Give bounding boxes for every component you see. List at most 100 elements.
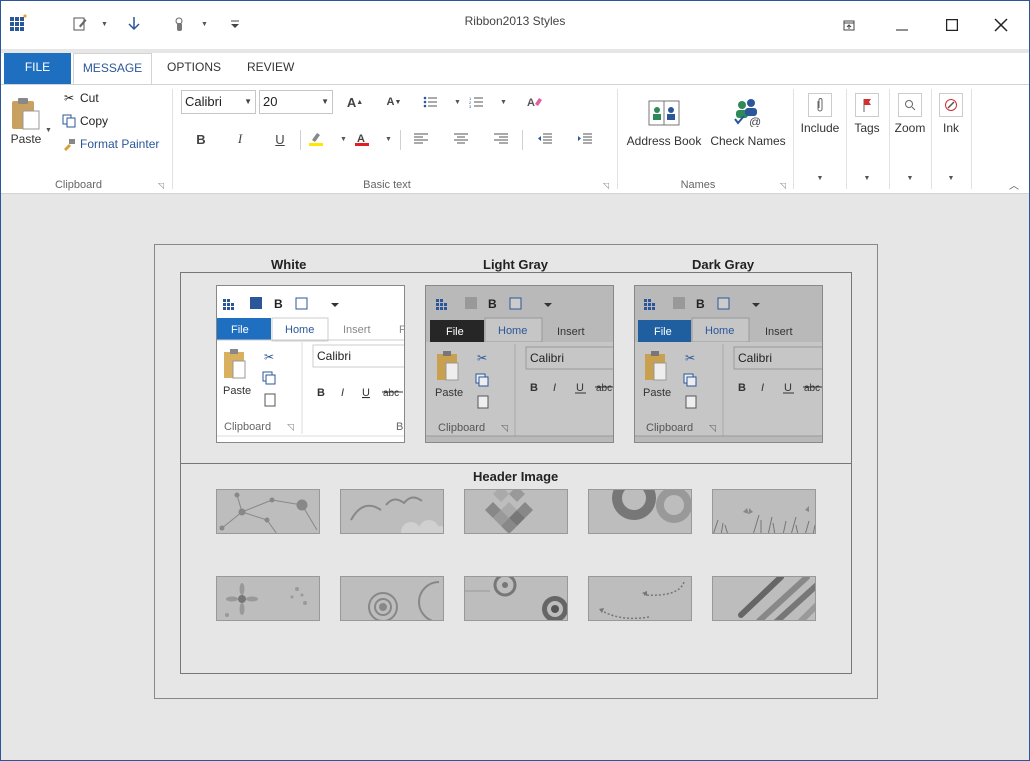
svg-text:B: B	[317, 387, 325, 399]
basic-text-group-label: Basic text	[363, 179, 411, 191]
light-gray-style-preview[interactable]: B File Home Insert Paste ✂ Calibri B I U…	[425, 285, 614, 443]
title-bar: ▼ ▼ Ribbon2013 Styles	[1, 1, 1029, 49]
svg-text:Calibri: Calibri	[530, 351, 564, 365]
font-color-icon[interactable]: A	[351, 128, 373, 150]
highlight-icon[interactable]	[305, 128, 327, 150]
white-style-preview[interactable]: B File Home Insert P Paste ✂	[216, 285, 405, 443]
header-image-circles[interactable]	[588, 489, 692, 534]
svg-text:P: P	[399, 324, 405, 336]
bold-icon[interactable]: B	[190, 128, 212, 150]
birds-pattern-image	[350, 496, 443, 533]
paste-button[interactable]: Paste	[6, 97, 46, 146]
format-painter-label: Format Painter	[80, 137, 160, 151]
address-book-button[interactable]: Address Book	[625, 97, 703, 148]
header-image-flower[interactable]	[216, 576, 320, 621]
check-names-label: Check Names	[710, 134, 786, 148]
svg-text:File: File	[231, 324, 249, 336]
include-button[interactable]: Include ▼	[799, 93, 841, 182]
grass-pattern-image	[713, 506, 815, 533]
header-image-targets[interactable]	[464, 576, 568, 621]
shrink-font-icon[interactable]: A ▼	[383, 91, 405, 113]
format-painter-button[interactable]: Format Painter	[61, 136, 159, 152]
tab-options[interactable]: OPTIONS	[155, 53, 233, 84]
bullets-icon[interactable]	[419, 91, 441, 113]
svg-text:File: File	[446, 326, 464, 338]
bullets-dropdown-icon[interactable]: ▼	[454, 99, 461, 106]
svg-text:✂: ✂	[477, 351, 487, 365]
header-image-grass[interactable]	[712, 489, 816, 534]
close-icon[interactable]	[986, 11, 1016, 39]
network-pattern-image	[219, 492, 318, 533]
font-name-combo[interactable]: Calibri ▼	[181, 90, 256, 114]
svg-text:A: A	[527, 97, 535, 109]
svg-text:B: B	[488, 297, 497, 311]
basic-text-launcher-icon[interactable]: ◹	[603, 181, 612, 190]
svg-text:Home: Home	[285, 324, 314, 336]
minimize-icon[interactable]	[887, 11, 917, 39]
numbering-icon[interactable]: 123	[465, 91, 487, 113]
tab-message[interactable]: MESSAGE	[73, 53, 152, 85]
header-image-network[interactable]	[216, 489, 320, 534]
tags-button[interactable]: Tags ▼	[849, 93, 885, 182]
font-size-combo[interactable]: 20 ▼	[259, 90, 333, 114]
cut-label: Cut	[80, 91, 99, 105]
copy-button[interactable]: Copy	[61, 113, 108, 129]
numbering-dropdown-icon[interactable]: ▼	[500, 99, 507, 106]
header-image-stripes[interactable]	[712, 576, 816, 621]
ink-icon	[939, 93, 963, 117]
tab-review[interactable]: REVIEW	[235, 53, 306, 84]
align-center-icon[interactable]	[450, 128, 472, 150]
ink-dropdown-icon: ▼	[947, 175, 955, 182]
grow-font-icon[interactable]: A ▲	[344, 91, 366, 113]
svg-text:Clipboard: Clipboard	[438, 422, 485, 434]
svg-text:Insert: Insert	[557, 326, 585, 338]
svg-text:✂: ✂	[264, 350, 274, 364]
header-image-rings[interactable]	[340, 576, 444, 621]
arrows-pattern-image	[598, 581, 685, 620]
zoom-button[interactable]: Zoom ▼	[891, 93, 929, 182]
svg-text:I: I	[341, 387, 344, 399]
highlight-dropdown-icon[interactable]: ▼	[340, 136, 347, 143]
decrease-indent-icon[interactable]	[534, 128, 556, 150]
scissors-icon: ✂	[63, 91, 75, 105]
address-book-icon	[648, 100, 680, 126]
clear-formatting-icon[interactable]: A	[524, 91, 546, 113]
light-gray-style-title: Light Gray	[479, 257, 553, 272]
cut-button[interactable]: ✂ Cut	[61, 90, 99, 106]
header-image-diamonds[interactable]	[464, 489, 568, 534]
underline-icon[interactable]: U	[269, 128, 291, 150]
align-left-icon[interactable]	[410, 128, 432, 150]
white-style-title: White	[267, 257, 311, 272]
maximize-icon[interactable]	[937, 11, 967, 39]
tab-file[interactable]: FILE	[4, 53, 71, 84]
paste-dropdown-icon[interactable]: ▼	[45, 127, 52, 134]
check-names-icon: @	[734, 99, 761, 129]
names-launcher-icon[interactable]: ◹	[780, 181, 789, 190]
divider	[617, 89, 618, 189]
header-image-birds[interactable]	[340, 489, 444, 534]
zoom-label: Zoom	[894, 121, 926, 135]
tags-label: Tags	[854, 121, 880, 135]
restore-icon[interactable]	[834, 11, 864, 39]
collapse-ribbon-icon[interactable]: ︿	[1009, 177, 1019, 192]
svg-text:Paste: Paste	[223, 385, 251, 397]
italic-icon[interactable]: I	[229, 128, 251, 150]
increase-indent-icon[interactable]	[574, 128, 596, 150]
svg-text:I: I	[761, 382, 764, 394]
svg-text:abc: abc	[804, 383, 820, 394]
svg-text:B: B	[396, 421, 403, 433]
address-book-label: Address Book	[626, 134, 702, 148]
header-image-arrows[interactable]	[588, 576, 692, 621]
clipboard-launcher-icon[interactable]: ◹	[158, 181, 167, 190]
svg-text:Calibri: Calibri	[317, 349, 351, 363]
app-window: ▼ ▼ Ribbon2013 Styles FILE MESSAGE OPTIO…	[0, 0, 1030, 761]
font-color-dropdown-icon[interactable]: ▼	[385, 136, 392, 143]
dark-gray-style-preview[interactable]: B File Home Insert Paste ✂ Calibri B I U…	[634, 285, 823, 443]
zoom-dropdown-icon: ▼	[906, 175, 914, 182]
divider	[300, 130, 301, 150]
check-names-button[interactable]: @ Check Names	[709, 97, 787, 148]
align-right-icon[interactable]	[490, 128, 512, 150]
svg-text:abc: abc	[383, 388, 399, 399]
divider	[889, 89, 890, 189]
ink-button[interactable]: Ink ▼	[934, 93, 968, 182]
